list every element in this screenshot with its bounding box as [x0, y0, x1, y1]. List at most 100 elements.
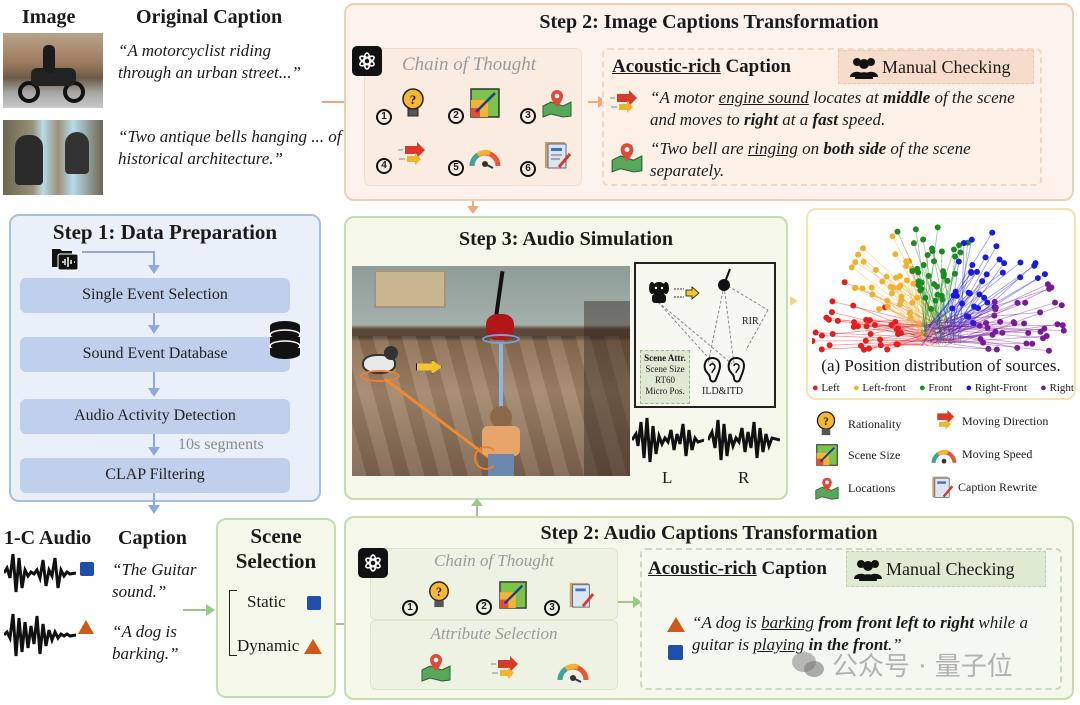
original-caption-2: “Two antique bells hanging ... of histor…: [118, 127, 342, 168]
source-point-right: [989, 331, 996, 338]
source-point-right: [1043, 332, 1050, 339]
source-point-right: [1054, 321, 1061, 328]
lightbulb-question-icon: ?: [816, 411, 836, 436]
scene-attr-item: Scene Size: [645, 364, 685, 374]
arrow-head: [148, 447, 160, 456]
source-point-right-front: [969, 261, 976, 268]
chatgpt-logo-icon: [352, 46, 382, 76]
source-point-left-front: [860, 258, 867, 265]
source-point-right: [1041, 325, 1048, 332]
dynamic-triangle-marker: [667, 617, 685, 632]
dog-icon: [648, 280, 670, 309]
legend-dot: ●: [965, 382, 973, 394]
text: on: [797, 139, 824, 158]
left-ear-icon: [702, 356, 722, 389]
source-point-front: [920, 236, 927, 243]
legend-label: Rationality: [848, 416, 902, 431]
source-point-right: [1045, 347, 1052, 354]
scene-attr-item: RT60: [655, 375, 675, 385]
legend-rationality: ? Rationality: [814, 410, 901, 438]
source-point-right-front: [968, 236, 975, 243]
scene-size-icon: [468, 86, 502, 120]
source-point-right-front: [952, 288, 959, 295]
cot-step-3: 3: [544, 578, 598, 616]
text-bold: from front left to right: [814, 613, 975, 632]
static-option: Static: [247, 592, 286, 611]
source-point-left: [818, 332, 825, 339]
manual-checking-label: Manual Checking: [882, 56, 1011, 77]
source-point-left: [812, 338, 816, 345]
source-point-left: [841, 279, 848, 286]
ild-itd-label: ILD&ITD: [702, 386, 744, 397]
source-point-left-front: [860, 245, 867, 252]
image-header: Image: [22, 6, 76, 28]
motorcycle-photo: [3, 33, 103, 108]
guitar-mono-waveform: [2, 548, 77, 598]
position-chart-caption: (a) Position distribution of sources.: [821, 356, 1061, 375]
legend-label: Moving Direction: [962, 413, 1049, 428]
panel-title: Step 3: Audio Simulation: [459, 228, 673, 250]
source-line-right: [957, 328, 1045, 338]
source-point-right: [991, 298, 998, 305]
legend-label: Scene Size: [848, 447, 901, 462]
left-channel-label: L: [662, 468, 673, 487]
scene-attributes-box: Scene Attr. Scene Size RT60 Micro Pos.: [640, 350, 690, 404]
source-point-front: [910, 240, 917, 247]
cot-step-2: 2: [448, 86, 502, 124]
scene-attr-item: Micro Pos.: [645, 386, 685, 396]
arrow-head: [148, 388, 160, 397]
source-point-left: [834, 317, 841, 324]
source-point-front: [957, 249, 964, 256]
right-channel-waveform: [706, 414, 781, 466]
source-point-right-front: [989, 229, 996, 236]
legend-label: Left: [821, 382, 840, 394]
chain-of-thought-label: Chain of Thought: [434, 551, 554, 570]
audio-caption-header: Caption: [118, 527, 187, 549]
legend-label: Right: [1049, 382, 1074, 394]
source-point-right: [1060, 327, 1067, 334]
source-point-right: [1059, 322, 1066, 329]
acoustic-rich-caption-title: Acoustic-rich Caption: [648, 558, 827, 580]
database-icon: [269, 320, 301, 365]
position-scatter-plot: [812, 224, 1067, 354]
source-point-front: [940, 271, 947, 278]
legend-scene-size: Scene Size: [816, 444, 900, 466]
wechat-icon: [792, 651, 824, 677]
svg-text:?: ?: [410, 92, 417, 107]
attribute-selection-label: Attribute Selection: [430, 624, 558, 643]
scene-size-icon: [496, 578, 530, 612]
left-channel-waveform: [630, 414, 705, 466]
people-group-icon: [850, 58, 878, 79]
source-point-right-front: [968, 269, 975, 276]
moving-arrow-icon: [674, 286, 700, 305]
source-point-front: [934, 224, 941, 231]
static-square-marker: [80, 562, 94, 576]
right-channel-label: R: [738, 468, 750, 487]
static-square-marker: [307, 596, 321, 610]
source-point-right-front: [1001, 260, 1008, 267]
legend-moving-direction: Moving Direction: [930, 410, 1048, 432]
dog-caption: “A dog is barking.”: [112, 622, 179, 663]
map-pin-icon: [420, 652, 452, 687]
room-simulation-render: [352, 266, 630, 476]
static-square-marker: [668, 645, 683, 660]
source-point-left: [862, 337, 869, 344]
moving-direction-icon: [490, 656, 522, 687]
source-point-left: [828, 309, 835, 316]
bells-photo: [3, 120, 103, 195]
scene-size-icon: [816, 444, 838, 466]
title-underlined: Acoustic-rich: [648, 558, 757, 579]
source-point-front: [951, 246, 958, 253]
text-underlined: barking: [761, 613, 815, 632]
lightbulb-question-icon: ?: [422, 578, 456, 612]
svg-text:?: ?: [823, 416, 829, 428]
icon-legend: ? Rationality Moving Direction Scene Siz…: [814, 410, 1074, 510]
source-point-front: [894, 228, 901, 235]
source-point-left-front: [868, 284, 875, 291]
title-line: Selection: [235, 549, 317, 573]
step-number: 3: [544, 600, 560, 616]
scene-selection-title: Scene Selection: [216, 524, 336, 574]
dynamic-triangle-marker: [78, 620, 94, 634]
step-number: 4: [376, 158, 392, 174]
text: “Two bell are: [650, 139, 748, 158]
